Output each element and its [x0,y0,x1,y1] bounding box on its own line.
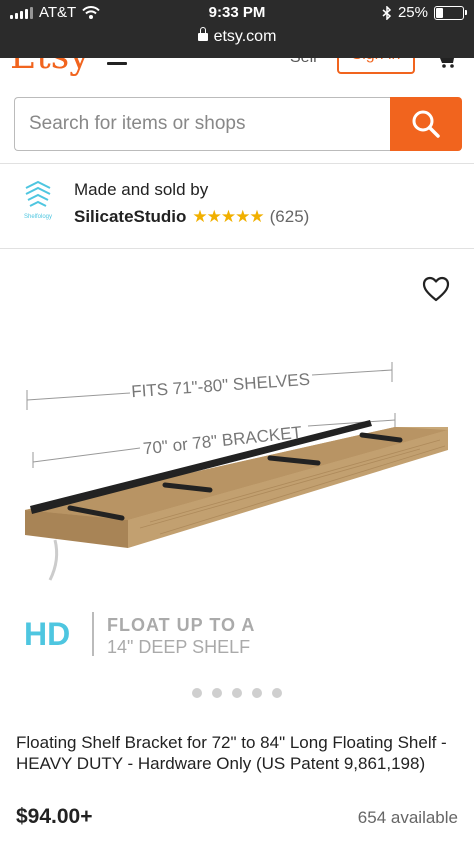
cart-icon[interactable] [438,58,458,68]
review-count[interactable]: (625) [270,207,310,227]
site-header: Etsy Sell Sign in [0,58,474,78]
sign-in-button[interactable]: Sign in [337,58,415,74]
hd-badge: HD [24,616,70,652]
lock-icon [197,27,208,41]
favorite-heart-icon[interactable] [422,276,450,302]
shop-logo-text: Shelfology [24,214,52,220]
search-button[interactable] [390,97,462,151]
seller-row: SilicateStudio ★★★★★ (625) [74,207,309,227]
rating-stars: ★★★★★ [192,207,264,226]
divider [0,248,474,249]
product-title: Floating Shelf Bracket for 72" to 84" Lo… [16,733,447,773]
product-image-gallery[interactable]: FITS 71"-80" SHELVES 70" or 78" BRACKET … [0,250,474,715]
carousel-dot[interactable] [272,688,282,698]
search-bar [14,97,462,151]
product-image: FITS 71"-80" SHELVES 70" or 78" BRACKET … [24,362,448,657]
status-right: 25% [382,4,467,21]
availability-count: 654 available [357,808,458,827]
carousel-dots [0,688,474,698]
carousel-dot[interactable] [252,688,262,698]
bracket-label: 70" or 78" BRACKET [142,423,303,459]
float-line-2: 14" DEEP SHELF [107,637,250,657]
search-input[interactable] [14,97,392,151]
sell-link[interactable]: Sell [290,58,317,67]
made-and-sold-by-label: Made and sold by [74,180,209,199]
address-bar[interactable]: etsy.com [0,27,474,46]
battery-icon [434,5,467,20]
divider [0,163,474,164]
search-icon [412,110,440,138]
product-price: $94.00+ [16,805,93,828]
menu-icon[interactable] [107,62,127,65]
carousel-dot[interactable] [212,688,222,698]
carousel-dot[interactable] [192,688,202,698]
carousel-dot[interactable] [232,688,242,698]
etsy-logo[interactable]: Etsy [10,58,90,77]
status-bar: AT&T 9:33 PM 25% etsy.com [0,0,474,58]
shop-logo[interactable]: Shelfology [18,180,58,230]
battery-percent: 25% [397,4,428,21]
shop-name-link[interactable]: SilicateStudio [74,207,186,227]
fits-label: FITS 71"-80" SHELVES [131,370,311,401]
url-text: etsy.com [213,28,277,45]
bluetooth-icon [382,5,392,20]
float-line-1: FLOAT UP TO A [107,615,255,635]
